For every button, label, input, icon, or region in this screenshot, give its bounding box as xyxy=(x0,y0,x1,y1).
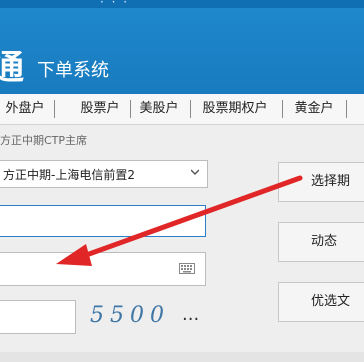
tab-separator xyxy=(190,100,191,118)
chevron-down-icon xyxy=(191,169,199,175)
tab-separator xyxy=(282,100,283,118)
tab-separator xyxy=(130,100,131,118)
keyboard-icon[interactable] xyxy=(179,263,195,274)
account-type-tabs: 外盘户 股票户 美股户 股票期权户 黄金户 xyxy=(0,94,364,125)
password-input[interactable] xyxy=(0,252,206,286)
captcha-input[interactable] xyxy=(0,300,76,334)
tab-stock-options[interactable]: 股票期权户 xyxy=(192,94,278,124)
tab-separator xyxy=(54,100,55,118)
tab-us-stocks[interactable]: 美股户 xyxy=(132,94,186,124)
account-input[interactable] xyxy=(0,205,206,237)
bottom-bar xyxy=(0,352,364,362)
tab-separator xyxy=(346,100,347,118)
select-server-button[interactable]: 选择期 xyxy=(278,162,364,202)
app-logo: 通 xyxy=(0,48,24,88)
top-strip: · · · xyxy=(0,0,364,9)
app-subtitle: 下单系统 xyxy=(37,60,109,81)
server-select[interactable]: 方正中期-上海电信前置2 xyxy=(0,160,208,188)
refresh-captcha-link[interactable]: ... xyxy=(182,304,199,325)
tab-gold[interactable]: 黄金户 xyxy=(286,94,342,124)
preferred-server-button[interactable]: 优选文 xyxy=(278,282,364,322)
captcha-image[interactable]: 5500 xyxy=(90,303,170,328)
dynamic-password-button[interactable]: 动态 xyxy=(278,222,364,262)
tab-overseas[interactable]: 外盘户 xyxy=(0,94,50,124)
login-window: · · · 通 下单系统 外盘户 股票户 美股户 股票期权户 黄金户 方正中期C… xyxy=(0,0,364,362)
broker-label: 方正中期CTP主席 xyxy=(0,134,88,147)
server-select-value: 方正中期-上海电信前置2 xyxy=(3,168,135,182)
app-header: 通 下单系统 xyxy=(0,8,364,94)
